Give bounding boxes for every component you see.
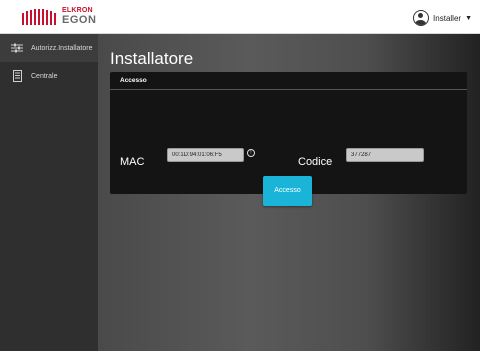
sidebar-item-label: Autorizz.Installatore bbox=[31, 44, 93, 52]
main-content: Installatore Accesso MAC ! Codice Access… bbox=[98, 34, 480, 351]
codice-label: Codice bbox=[298, 156, 333, 168]
user-avatar-icon bbox=[413, 10, 430, 26]
mac-field[interactable] bbox=[167, 148, 244, 162]
sidebar-item-centrale[interactable]: Centrale bbox=[0, 62, 98, 90]
sliders-icon bbox=[10, 42, 24, 54]
user-menu[interactable]: Installer ▼ bbox=[413, 8, 472, 28]
page-title: Installatore bbox=[110, 49, 194, 68]
brand-logo: ELKRON EGON bbox=[22, 7, 102, 27]
panel-device-icon bbox=[10, 70, 24, 82]
accesso-button[interactable]: Accesso bbox=[263, 176, 312, 206]
codice-field[interactable] bbox=[346, 148, 424, 162]
logo-bars-icon bbox=[22, 9, 56, 25]
sidebar: Autorizz.Installatore Centrale bbox=[0, 34, 98, 351]
info-icon[interactable]: ! bbox=[247, 149, 255, 157]
mac-label: MAC bbox=[120, 156, 145, 168]
logo-text-egon: EGON bbox=[62, 14, 97, 26]
panel-header: Accesso bbox=[110, 72, 467, 90]
user-name: Installer bbox=[433, 13, 462, 23]
chevron-down-icon: ▼ bbox=[465, 14, 472, 22]
sidebar-item-label: Centrale bbox=[31, 72, 58, 80]
sidebar-item-autorizz-installatore[interactable]: Autorizz.Installatore bbox=[0, 34, 98, 62]
top-bar: ELKRON EGON Installer ▼ bbox=[0, 0, 480, 34]
